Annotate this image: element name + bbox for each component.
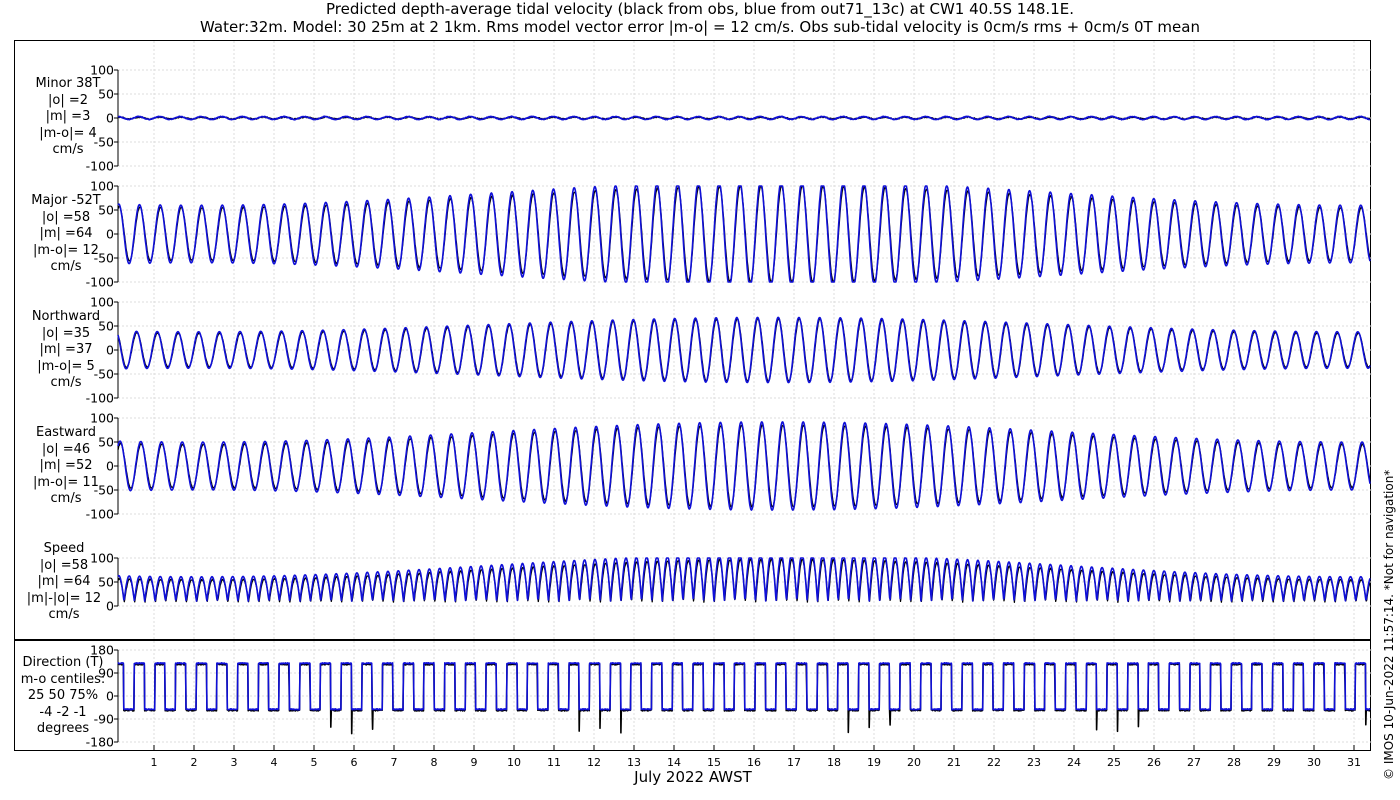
major-label-unit: cm/s [50, 259, 82, 274]
panel-label-speed: Speed |o| =58 |m| =64 |m|-|o|= 12 cm/s [12, 541, 116, 624]
minor-label-unit: cm/s [52, 142, 84, 157]
direction-label-values: -4 -2 -1 [39, 704, 87, 720]
speed-label-error: |m|-|o|= 12 [26, 590, 102, 606]
minor-label-title: Minor 38T [35, 76, 101, 91]
y-tick-label: 100 [90, 411, 114, 426]
direction-label-centiles: m-o centiles: [20, 671, 106, 687]
north-label-error: |m-o|= 5 [37, 358, 95, 374]
minor-label-obs: |o| =2 [47, 92, 88, 108]
major-label-obs: |o| =58 [41, 209, 91, 225]
panel-label-minor: Minor 38T |o| =2 |m| =3 |m-o|= 4 cm/s [20, 76, 116, 159]
model-series-line [117, 557, 1371, 602]
speed-label-model: |m| =64 [37, 574, 91, 589]
major-label-model: |m| =64 [39, 226, 93, 241]
east-label-title: Eastward [35, 425, 97, 440]
east-label-model: |m| =52 [39, 458, 93, 473]
y-tick-label: 100 [90, 295, 114, 310]
speed-label-title: Speed [43, 541, 85, 556]
north-label-unit: cm/s [50, 375, 82, 390]
north-label-title: Northward [31, 309, 101, 324]
east-label-obs: |o| =46 [41, 441, 91, 457]
north-label-model: |m| =37 [39, 342, 93, 357]
major-label-title: Major -52T [31, 193, 101, 208]
watermark: © IMOS 10-Jun-2022 11:57:14. *Not for na… [1382, 469, 1396, 780]
tidal-velocity-chart: 1 2 3 4 5 6 7 8 9 10 11 12 13 14 15 16 17 18 19 20 21 22 23 24 2… [14, 40, 1372, 769]
speed-label-unit: cm/s [48, 607, 80, 622]
east-label-error: |m-o|= 11 [33, 474, 99, 490]
panel-label-major: Major -52T |o| =58 |m| =64 |m-o|= 12 cm/… [16, 193, 116, 276]
north-label-obs: |o| =35 [41, 325, 91, 341]
minor-label-error: |m-o|= 4 [39, 125, 97, 141]
y-tick-label: 100 [90, 179, 114, 194]
major-label-error: |m-o|= 12 [33, 242, 99, 258]
panel-label-north: Northward |o| =35 |m| =37 |m-o|= 5 cm/s [16, 309, 116, 392]
direction-label-unit: degrees [36, 721, 90, 736]
y-tick-label: -100 [86, 275, 114, 290]
minor-label-model: |m| =3 [45, 109, 91, 124]
direction-label-percent: 25 50 75% [27, 688, 99, 703]
y-tick-label: -100 [86, 391, 114, 406]
model-series-line [117, 661, 1371, 711]
direction-label-title: Direction (T) [22, 655, 104, 670]
east-label-unit: cm/s [50, 491, 82, 506]
panel-label-direction: Direction (T) m-o centiles: 25 50 75% -4… [10, 655, 116, 738]
panel-label-east: Eastward |o| =46 |m| =52 |m-o|= 11 cm/s [16, 425, 116, 508]
x-axis-label: July 2022 AWST [634, 768, 752, 786]
speed-label-obs: |o| =58 [39, 557, 89, 573]
y-tick-label: -100 [86, 159, 114, 174]
y-tick-label: -100 [86, 507, 114, 522]
